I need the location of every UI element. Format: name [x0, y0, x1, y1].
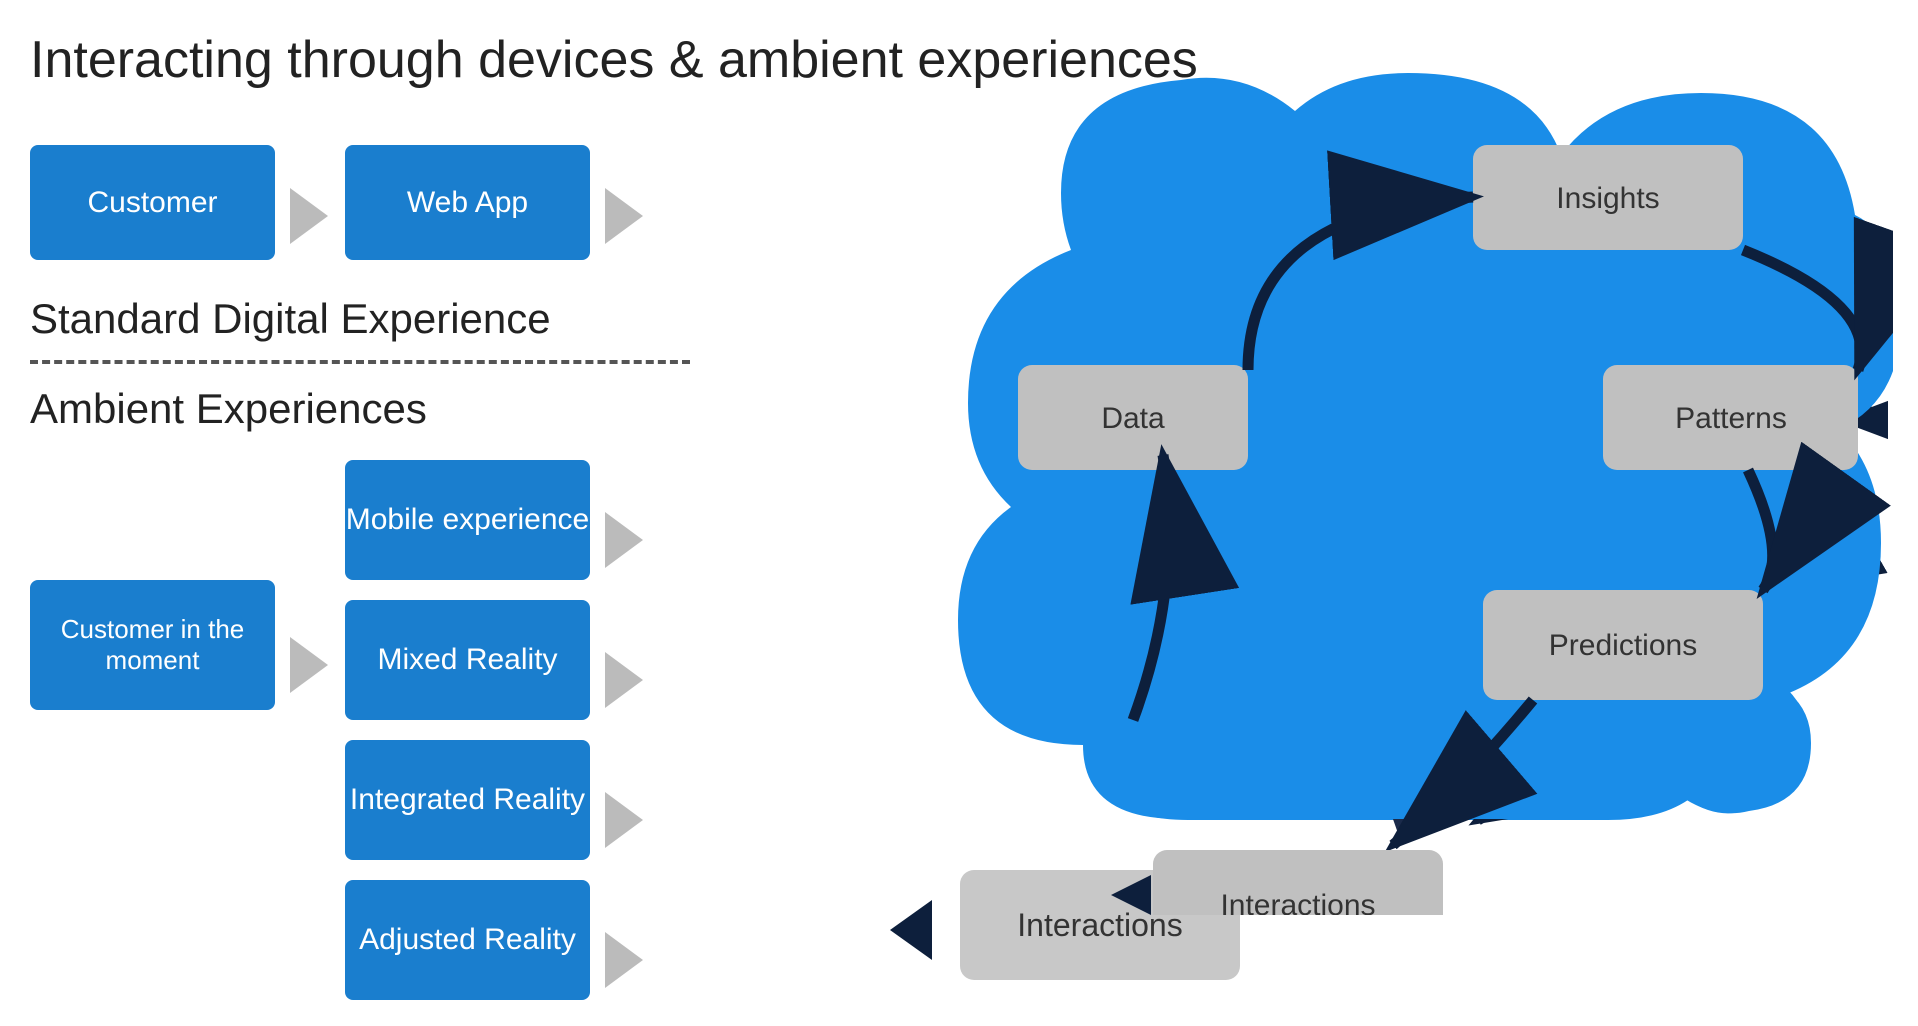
patterns-box: Patterns — [1608, 370, 1848, 470]
arrow-moment — [290, 637, 328, 693]
insights-box: Insights — [1478, 155, 1738, 255]
arrow-customer-webapp — [290, 188, 328, 244]
arrow-adjusted — [605, 932, 643, 988]
arrow-mobile — [605, 512, 643, 568]
mobile-experience-box: Mobile experience — [345, 460, 590, 580]
data-box: Data — [1038, 370, 1258, 470]
standard-digital-label: Standard Digital Experience — [30, 295, 551, 343]
cloud-container: Insights Data Patterns Predictions — [908, 60, 1888, 840]
mixed-reality-box: Mixed Reality — [345, 600, 590, 720]
arrow-integrated — [605, 792, 643, 848]
interactions-box: Interactions — [960, 870, 1240, 980]
customer-box: Customer — [30, 145, 275, 260]
svg-text:Interactions: Interactions — [1220, 889, 1375, 915]
adjusted-reality-box: Adjusted Reality — [345, 880, 590, 1000]
integrated-reality-box: Integrated Reality — [345, 740, 590, 860]
predictions-box: Predictions — [1478, 590, 1758, 700]
arrow-webapp-cloud — [605, 188, 643, 244]
dashed-separator — [30, 360, 690, 364]
arrow-mixed — [605, 652, 643, 708]
arrow-to-interactions — [890, 900, 932, 960]
customer-moment-box: Customer in the moment — [30, 580, 275, 710]
web-app-box: Web App — [345, 145, 590, 260]
ambient-experiences-label: Ambient Experiences — [30, 385, 427, 433]
